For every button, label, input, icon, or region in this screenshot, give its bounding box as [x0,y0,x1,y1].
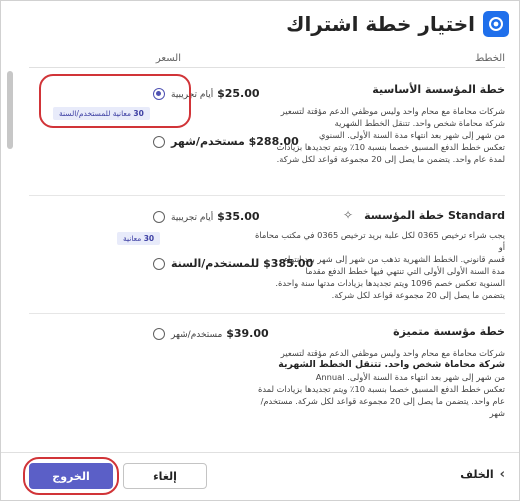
desc-line: شركات محاماة مع محام واحد وليس موظفي الد… [280,106,505,116]
price-option-trial[interactable]: $25.00 أيام تجريبية [153,87,260,100]
price-amount: $39.00 [226,327,269,340]
radio-unselected[interactable] [153,135,165,148]
plan-title: خطة مؤسسة متميزة [393,325,505,338]
price-unit: مستخدم/شهر [171,330,223,340]
divider [29,195,505,196]
badge-text: معانية للمستخدم/السنة [59,109,132,118]
trial-badge: 30 معانية للمستخدم/السنة [53,107,150,120]
desc-line: شركة محاماة شخص واحد. تتنقل الخطط الشهري… [334,118,505,128]
badge-number: 30 [133,109,144,118]
price-option-trial[interactable]: $35.00 أيام تجريبية [153,210,260,223]
plan-standard: Standard خطة المؤسسة ✧ يجب شراء ترخيص 03… [29,201,505,311]
price-amount: $288.00 [248,135,299,148]
badge-number: 30 [143,234,155,243]
divider [29,67,505,68]
back-label: الخلف [460,468,494,481]
scrollbar[interactable] [7,69,13,449]
desc-line: شركات محاماة مع محام واحد وليس موظفي الد… [280,348,505,358]
desc-line: يجب شراء ترخيص 0365 لكل علبة بريد ترخيص … [255,230,505,252]
price-text: $25.00 أيام تجريبية [171,87,260,100]
dialog-title: اختيار خطة اشتراك [286,12,475,36]
plan-title: خطة المؤسسة الأساسية [372,83,505,96]
plan-title: Standard خطة المؤسسة [364,209,505,222]
desc-line: لمدة عام واحد. يتضمن ما يصل إلى 20 مجموع… [276,154,505,164]
trial-badge: 30 معانية [117,232,161,245]
plan-basic: خطة المؤسسة الأساسية شركات محاماة مع محا… [29,79,505,187]
price-amount: $25.00 [217,87,260,100]
price-unit: أيام تجريبية [171,213,214,223]
price-option-monthly[interactable]: $39.00 مستخدم/شهر [153,327,269,340]
plan-premium: خطة مؤسسة متميزة شركات محاماة مع محام وا… [29,319,505,447]
radio-unselected[interactable] [153,257,165,270]
price-amount: $35.00 [217,210,260,223]
plan-title-en: Standard [447,209,505,222]
desc-line: يتضمن ما يصل إلى 20 مجموعة قواعد لكل شرك… [331,290,505,300]
dialog-header: اختيار خطة اشتراك [11,9,509,39]
plan-title-ar: خطة المؤسسة [364,209,445,222]
back-button[interactable]: › الخلف [460,467,505,482]
radio-unselected[interactable] [153,327,165,340]
plan-description: شركات محاماة مع محام واحد وليس موظفي الد… [255,347,505,419]
desc-line: من شهر إلى شهر بعد انتهاء مدة السنة الأو… [315,372,505,382]
chevron-right-icon: › [499,467,505,482]
scrollbar-thumb[interactable] [7,71,13,149]
cancel-button[interactable]: إلغاء [123,463,207,489]
desc-line: السنوية تعكس خصم 1096 ويتم تجديدها بزياد… [275,278,505,288]
sparkle-icon: ✧ [342,208,353,222]
price-unit: للمستخدم/السنة [171,257,260,270]
price-unit: أيام تجريبية [171,90,214,100]
exit-button[interactable]: الخروج [29,463,113,489]
price-text: $39.00 مستخدم/شهر [171,327,269,340]
price-unit: مستخدم/شهر [171,135,245,148]
price-text: $385.00 للمستخدم/السنة [171,257,313,270]
column-header-price: السعر [155,53,181,64]
desc-line: شركة محاماة شخص واحد. تتنقل الخطط الشهري… [278,359,505,370]
divider [29,313,505,314]
radio-unselected[interactable] [153,210,165,223]
price-text: $35.00 أيام تجريبية [171,210,260,223]
column-header-plans: الخطط [475,53,505,64]
badge-text: معانية [123,234,142,243]
price-text: $288.00 مستخدم/شهر [171,135,299,148]
desc-line: تعكس خطط الدفع المسبق خصما بنسبة 10٪ ويت… [257,384,505,394]
price-amount: $385.00 [263,257,314,270]
desc-line: عام واحد. يتضمن ما يصل إلى 20 مجموعة قوا… [260,396,505,418]
footer-divider [1,452,519,453]
app-logo-icon [483,11,509,37]
radio-selected[interactable] [153,87,165,100]
dialog: اختيار خطة اشتراك الخطط السعر خطة المؤسس… [0,0,520,501]
price-option-monthly[interactable]: $288.00 مستخدم/شهر [153,135,299,148]
price-option-yearly[interactable]: $385.00 للمستخدم/السنة [153,257,313,270]
